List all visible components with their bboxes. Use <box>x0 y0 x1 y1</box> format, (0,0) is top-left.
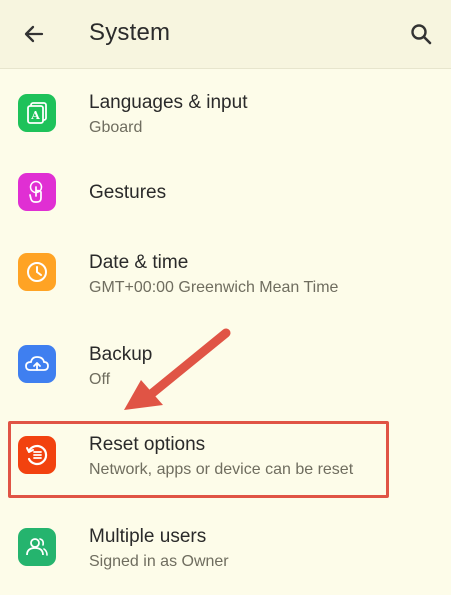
gesture-icon <box>18 173 56 211</box>
setting-title: Gestures <box>89 182 167 203</box>
setting-subtitle: GMT+00:00 Greenwich Mean Time <box>89 279 339 296</box>
setting-item-languages-input[interactable]: A Languages & input Gboard <box>0 68 451 158</box>
page-title: System <box>89 19 171 46</box>
svg-text:A: A <box>30 109 40 122</box>
setting-title: Date & time <box>89 252 189 273</box>
search-icon <box>411 24 432 45</box>
setting-title: Backup <box>89 344 153 365</box>
back-arrow-icon <box>24 25 44 43</box>
back-button[interactable] <box>14 14 54 54</box>
search-button[interactable] <box>400 13 442 55</box>
app-bar: System <box>0 0 451 69</box>
setting-title: Languages & input <box>89 92 248 113</box>
language-icon: A <box>18 94 56 132</box>
highlight-box <box>8 421 389 498</box>
setting-subtitle: Gboard <box>89 119 143 136</box>
setting-item-multiple-users[interactable]: Multiple users Signed in as Owner <box>0 498 451 588</box>
setting-item-backup[interactable]: Backup Off <box>0 316 451 406</box>
clock-icon <box>18 253 56 291</box>
setting-title: Multiple users <box>89 526 207 547</box>
setting-item-date-time[interactable]: Date & time GMT+00:00 Greenwich Mean Tim… <box>0 226 451 316</box>
cloud-backup-icon <box>18 345 56 383</box>
users-icon <box>18 528 56 566</box>
setting-subtitle: Signed in as Owner <box>89 553 229 570</box>
setting-subtitle: Off <box>89 371 111 388</box>
